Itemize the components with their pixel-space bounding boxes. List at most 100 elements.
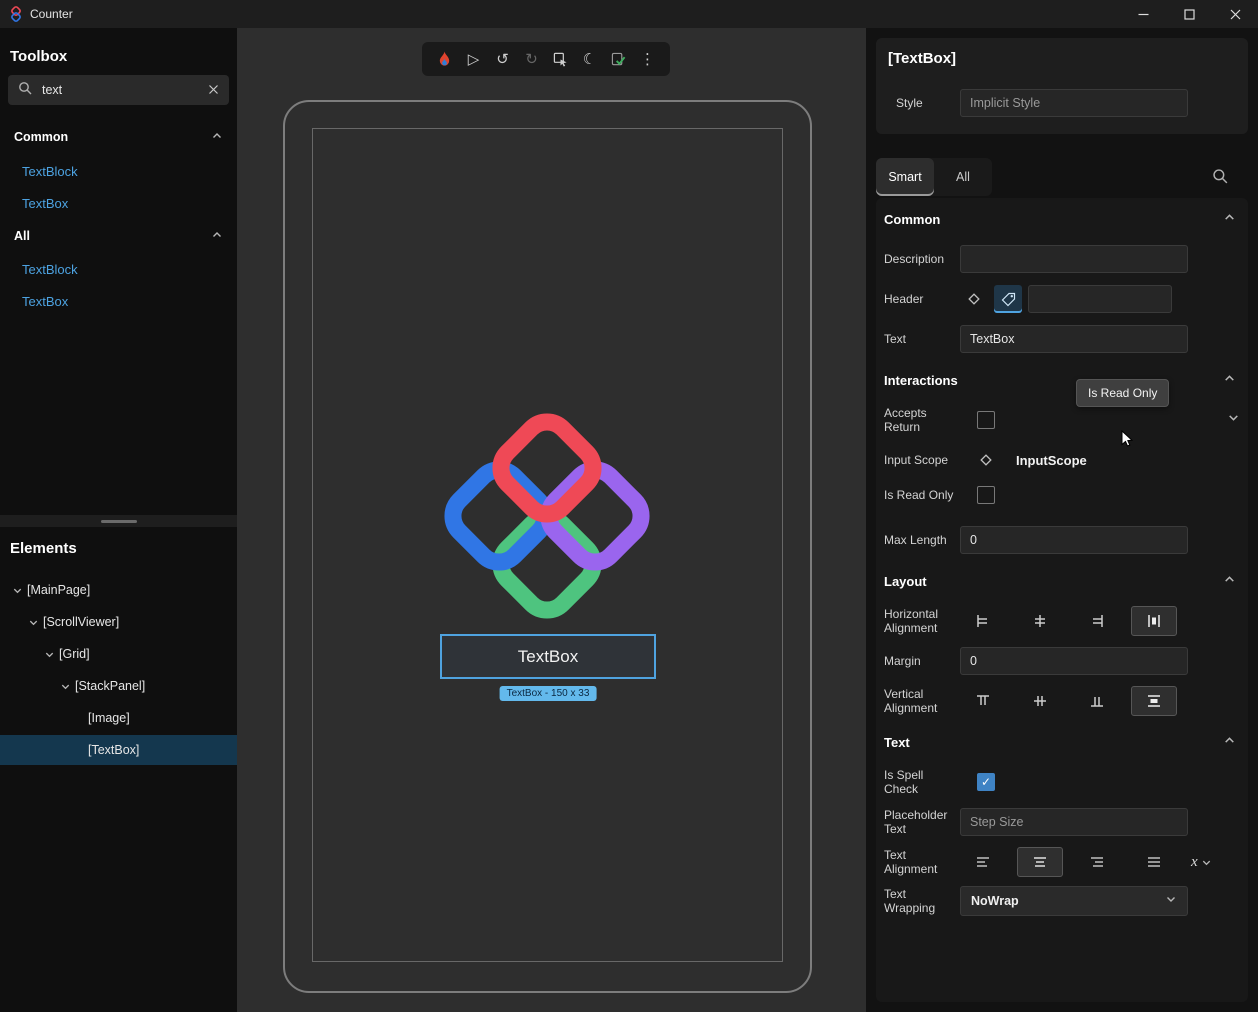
chevron-up-icon[interactable] (1223, 573, 1236, 589)
chevron-down-icon[interactable] (1227, 411, 1240, 429)
vertical-alignment-label: Vertical Alignment (884, 687, 960, 715)
v-align-top-icon[interactable] (960, 686, 1006, 716)
tree-item-grid[interactable]: [Grid] (0, 639, 237, 669)
tag-icon[interactable] (994, 285, 1022, 313)
app-logo-icon (8, 6, 24, 27)
title-bar: Counter (0, 0, 1258, 28)
text-align-right-icon[interactable] (1074, 847, 1120, 877)
accepts-return-checkbox[interactable] (977, 411, 995, 429)
app-logo-image[interactable] (437, 406, 657, 631)
text-input[interactable] (960, 325, 1188, 353)
undo-icon[interactable]: ↺ (491, 47, 515, 71)
h-align-center-icon[interactable] (1017, 606, 1063, 636)
binding-diamond-icon[interactable] (960, 285, 988, 313)
chevron-up-icon[interactable] (1223, 372, 1236, 388)
v-align-center-icon[interactable] (1017, 686, 1063, 716)
text-align-left-icon[interactable] (960, 847, 1006, 877)
inspect-icon[interactable] (549, 47, 573, 71)
chevron-down-icon[interactable] (58, 681, 72, 692)
toolbox-section-all[interactable]: All (0, 224, 237, 248)
tree-item-scrollviewer[interactable]: [ScrollViewer] (0, 607, 237, 637)
tab-smart[interactable]: Smart (876, 158, 934, 196)
search-icon (18, 81, 32, 100)
more-options-icon[interactable]: ⋮ (636, 47, 660, 71)
margin-input[interactable] (960, 647, 1188, 675)
toolbox-item-textbox-all[interactable]: TextBox (22, 294, 68, 309)
row-horizontal-alignment: Horizontal Alignment (884, 606, 1240, 636)
v-align-bottom-icon[interactable] (1074, 686, 1120, 716)
h-align-left-icon[interactable] (960, 606, 1006, 636)
toolbox-search[interactable] (8, 75, 229, 105)
row-header: Header (884, 285, 1240, 313)
h-align-stretch-icon[interactable] (1131, 606, 1177, 636)
header-label: Header (884, 292, 960, 306)
row-description: Description (884, 245, 1240, 273)
hot-reload-flame-icon[interactable] (433, 47, 457, 71)
clear-search-icon[interactable] (208, 83, 219, 98)
chevron-up-icon[interactable] (1223, 211, 1236, 227)
toolbox-search-input[interactable] (42, 83, 208, 97)
section-text[interactable]: Text (884, 730, 1240, 754)
properties-tabs: Smart All (876, 158, 992, 196)
tree-item-label: [ScrollViewer] (43, 615, 119, 629)
toolbox-item-textblock[interactable]: TextBlock (22, 164, 78, 179)
horizontal-alignment-label: Horizontal Alignment (884, 607, 960, 635)
text-wrapping-dropdown[interactable]: NoWrap (960, 886, 1188, 916)
input-scope-value[interactable]: InputScope (1016, 453, 1087, 468)
close-button[interactable] (1212, 0, 1258, 28)
chevron-down-icon[interactable] (42, 649, 56, 660)
tree-item-textbox[interactable]: [TextBox] (0, 735, 237, 765)
tree-item-mainpage[interactable]: [MainPage] (0, 575, 237, 605)
v-align-stretch-icon[interactable] (1131, 686, 1177, 716)
splitter-grip-icon (101, 520, 137, 523)
redo-icon[interactable]: ↻ (520, 47, 544, 71)
is-read-only-checkbox[interactable] (977, 486, 995, 504)
margin-label: Margin (884, 654, 960, 668)
placeholder-text-label: Placeholder Text (884, 808, 960, 836)
section-interactions[interactable]: Interactions (884, 368, 1240, 392)
play-icon[interactable]: ▷ (462, 47, 486, 71)
accepts-return-label: Accepts Return (884, 406, 960, 434)
chevron-up-icon[interactable] (211, 130, 223, 145)
canvas-textbox-control[interactable]: TextBox (440, 634, 656, 679)
text-align-center-icon[interactable] (1017, 847, 1063, 877)
row-is-spell-check: Is Spell Check (884, 768, 1240, 796)
chevron-down-icon[interactable] (10, 585, 24, 596)
section-common[interactable]: Common (884, 207, 1240, 231)
max-length-input[interactable] (960, 526, 1188, 554)
placeholder-text-input[interactable] (960, 808, 1188, 836)
row-vertical-alignment: Vertical Alignment (884, 686, 1240, 716)
tree-item-image[interactable]: [Image] (0, 703, 237, 733)
toolbox-item-textblock-all[interactable]: TextBlock (22, 262, 78, 277)
theme-toggle-icon[interactable]: ☾ (578, 47, 602, 71)
chevron-down-icon (1165, 892, 1177, 910)
text-align-justify-icon[interactable] (1131, 847, 1177, 877)
tab-all[interactable]: All (934, 158, 992, 196)
chevron-down-icon[interactable] (26, 617, 40, 628)
font-dropdown[interactable]: x (1191, 854, 1212, 871)
chevron-up-icon[interactable] (1223, 734, 1236, 750)
chevron-up-icon[interactable] (211, 229, 223, 244)
description-input[interactable] (960, 245, 1188, 273)
tree-item-label: [TextBox] (88, 743, 139, 757)
section-label: Text (884, 735, 910, 750)
validation-check-icon[interactable] (607, 47, 631, 71)
is-read-only-tooltip: Is Read Only (1076, 379, 1169, 407)
properties-header-card: [TextBox] Style (876, 38, 1248, 134)
header-input[interactable] (1028, 285, 1172, 313)
binding-diamond-icon[interactable] (972, 446, 1000, 474)
design-canvas[interactable]: ▷ ↺ ↻ ☾ ⋮ TextBox TextBox (237, 28, 866, 1012)
properties-search-icon[interactable] (1212, 168, 1228, 189)
tree-item-stackpanel[interactable]: [StackPanel] (0, 671, 237, 701)
style-input[interactable] (960, 89, 1188, 117)
section-layout[interactable]: Layout (884, 569, 1240, 593)
toolbox-section-common[interactable]: Common (0, 125, 237, 149)
minimize-button[interactable] (1120, 0, 1166, 28)
toolbox-item-textbox[interactable]: TextBox (22, 196, 68, 211)
elements-title: Elements (10, 540, 77, 557)
is-spell-check-checkbox[interactable] (977, 773, 995, 791)
h-align-right-icon[interactable] (1074, 606, 1120, 636)
maximize-button[interactable] (1166, 0, 1212, 28)
selected-element-title: [TextBox] (888, 50, 956, 67)
panel-splitter[interactable] (0, 515, 237, 527)
